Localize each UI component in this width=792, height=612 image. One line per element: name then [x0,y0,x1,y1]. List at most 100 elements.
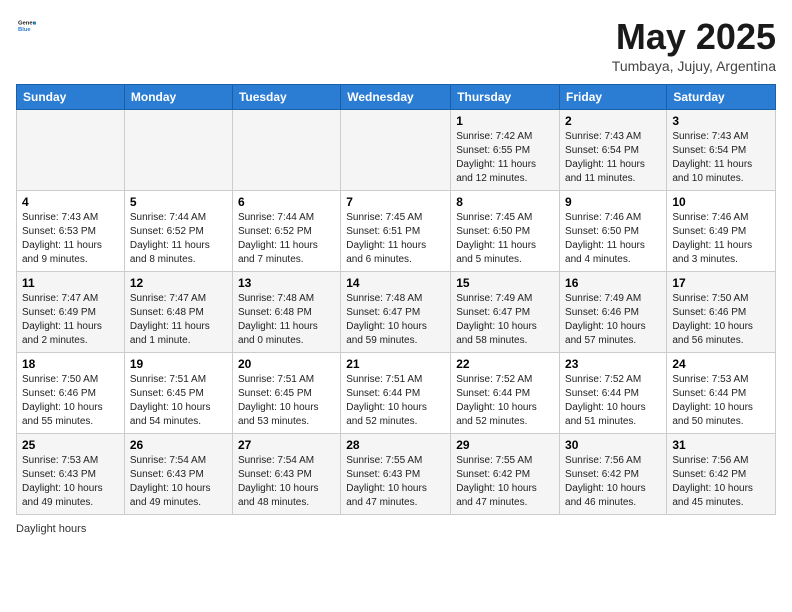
calendar-cell: 11 Sunrise: 7:47 AM Sunset: 6:49 PM Dayli… [17,272,125,353]
day-info: Sunrise: 7:54 AM Sunset: 6:43 PM Dayligh… [238,454,335,510]
calendar-cell: 29 Sunrise: 7:55 AM Sunset: 6:42 PM Dayli… [451,434,560,515]
day-number: 29 [456,438,554,452]
calendar-cell: 30 Sunrise: 7:56 AM Sunset: 6:42 PM Dayli… [560,434,667,515]
day-info: Sunrise: 7:53 AM Sunset: 6:44 PM Dayligh… [672,373,770,429]
day-number: 7 [346,195,445,209]
day-number: 5 [130,195,227,209]
day-info: Sunrise: 7:55 AM Sunset: 6:42 PM Dayligh… [456,454,554,510]
calendar-cell [341,110,451,191]
calendar-cell: 31 Sunrise: 7:56 AM Sunset: 6:42 PM Dayli… [667,434,776,515]
day-header-friday: Friday [560,85,667,110]
calendar-cell: 10 Sunrise: 7:46 AM Sunset: 6:49 PM Dayli… [667,191,776,272]
calendar-cell: 17Sunrise: 7:50 AM Sunset: 6:46 PM Dayli… [667,272,776,353]
day-info: Sunrise: 7:47 AM Sunset: 6:49 PM Dayligh… [22,292,119,348]
calendar-cell: 1 Sunrise: 7:42 AM Sunset: 6:55 PM Daylig… [451,110,560,191]
day-info: Sunrise: 7:45 AM Sunset: 6:50 PM Dayligh… [456,211,554,267]
day-number: 30 [565,438,661,452]
day-info: Sunrise: 7:50 AM Sunset: 6:46 PM Dayligh… [672,292,770,348]
day-header-monday: Monday [124,85,232,110]
day-info: Sunrise: 7:44 AM Sunset: 6:52 PM Dayligh… [238,211,335,267]
calendar-cell: 25Sunrise: 7:53 AM Sunset: 6:43 PM Dayli… [17,434,125,515]
calendar-cell [232,110,340,191]
day-info: Sunrise: 7:42 AM Sunset: 6:55 PM Dayligh… [456,130,554,186]
day-info: Sunrise: 7:46 AM Sunset: 6:49 PM Dayligh… [672,211,770,267]
footer-text: Daylight hours [16,523,86,535]
day-number: 10 [672,195,770,209]
calendar-cell: 4 Sunrise: 7:43 AM Sunset: 6:53 PM Daylig… [17,191,125,272]
day-number: 14 [346,276,445,290]
day-info: Sunrise: 7:56 AM Sunset: 6:42 PM Dayligh… [672,454,770,510]
day-info: Sunrise: 7:48 AM Sunset: 6:47 PM Dayligh… [346,292,445,348]
calendar-week-row: 25Sunrise: 7:53 AM Sunset: 6:43 PM Dayli… [17,434,776,515]
day-number: 20 [238,357,335,371]
day-info: Sunrise: 7:43 AM Sunset: 6:54 PM Dayligh… [672,130,770,186]
day-info: Sunrise: 7:52 AM Sunset: 6:44 PM Dayligh… [456,373,554,429]
calendar-cell: 19Sunrise: 7:51 AM Sunset: 6:45 PM Dayli… [124,353,232,434]
calendar-cell: 8 Sunrise: 7:45 AM Sunset: 6:50 PM Daylig… [451,191,560,272]
day-info: Sunrise: 7:56 AM Sunset: 6:42 PM Dayligh… [565,454,661,510]
title-block: May 2025 Tumbaya, Jujuy, Argentina [612,16,776,74]
day-number: 8 [456,195,554,209]
calendar-cell: 21 Sunrise: 7:51 AM Sunset: 6:44 PM Dayli… [341,353,451,434]
day-number: 3 [672,114,770,128]
day-header-tuesday: Tuesday [232,85,340,110]
calendar-cell: 3 Sunrise: 7:43 AM Sunset: 6:54 PM Daylig… [667,110,776,191]
day-number: 26 [130,438,227,452]
day-number: 18 [22,357,119,371]
day-number: 28 [346,438,445,452]
day-info: Sunrise: 7:51 AM Sunset: 6:45 PM Dayligh… [238,373,335,429]
day-info: Sunrise: 7:43 AM Sunset: 6:53 PM Dayligh… [22,211,119,267]
day-number: 4 [22,195,119,209]
calendar-cell: 5 Sunrise: 7:44 AM Sunset: 6:52 PM Daylig… [124,191,232,272]
day-header-wednesday: Wednesday [341,85,451,110]
day-info: Sunrise: 7:45 AM Sunset: 6:51 PM Dayligh… [346,211,445,267]
day-number: 12 [130,276,227,290]
calendar-cell: 15Sunrise: 7:49 AM Sunset: 6:47 PM Dayli… [451,272,560,353]
day-info: Sunrise: 7:52 AM Sunset: 6:44 PM Dayligh… [565,373,661,429]
calendar-header-row: SundayMondayTuesdayWednesdayThursdayFrid… [17,85,776,110]
calendar-week-row: 1 Sunrise: 7:42 AM Sunset: 6:55 PM Daylig… [17,110,776,191]
calendar-cell: 14 Sunrise: 7:48 AM Sunset: 6:47 PM Dayli… [341,272,451,353]
day-info: Sunrise: 7:51 AM Sunset: 6:44 PM Dayligh… [346,373,445,429]
calendar-week-row: 18 Sunrise: 7:50 AM Sunset: 6:46 PM Dayli… [17,353,776,434]
svg-text:Blue: Blue [18,27,31,33]
day-number: 31 [672,438,770,452]
calendar-cell [17,110,125,191]
calendar-cell: 16Sunrise: 7:49 AM Sunset: 6:46 PM Dayli… [560,272,667,353]
day-number: 21 [346,357,445,371]
calendar-cell: 18 Sunrise: 7:50 AM Sunset: 6:46 PM Dayli… [17,353,125,434]
day-number: 2 [565,114,661,128]
day-info: Sunrise: 7:50 AM Sunset: 6:46 PM Dayligh… [22,373,119,429]
calendar-cell: 27 Sunrise: 7:54 AM Sunset: 6:43 PM Dayli… [232,434,340,515]
calendar-cell: 26 Sunrise: 7:54 AM Sunset: 6:43 PM Dayli… [124,434,232,515]
calendar-cell: 2 Sunrise: 7:43 AM Sunset: 6:54 PM Daylig… [560,110,667,191]
day-number: 23 [565,357,661,371]
day-header-thursday: Thursday [451,85,560,110]
page-header: General Blue May 2025 Tumbaya, Jujuy, Ar… [16,16,776,74]
day-number: 1 [456,114,554,128]
logo: General Blue [16,16,36,39]
day-info: Sunrise: 7:54 AM Sunset: 6:43 PM Dayligh… [130,454,227,510]
day-info: Sunrise: 7:53 AM Sunset: 6:43 PM Dayligh… [22,454,119,510]
calendar-week-row: 4 Sunrise: 7:43 AM Sunset: 6:53 PM Daylig… [17,191,776,272]
calendar-week-row: 11 Sunrise: 7:47 AM Sunset: 6:49 PM Dayli… [17,272,776,353]
day-number: 11 [22,276,119,290]
calendar-cell: 23 Sunrise: 7:52 AM Sunset: 6:44 PM Dayli… [560,353,667,434]
day-number: 27 [238,438,335,452]
calendar-cell: 7 Sunrise: 7:45 AM Sunset: 6:51 PM Daylig… [341,191,451,272]
calendar-cell: 20 Sunrise: 7:51 AM Sunset: 6:45 PM Dayli… [232,353,340,434]
day-number: 9 [565,195,661,209]
day-number: 19 [130,357,227,371]
day-number: 15 [456,276,554,290]
calendar-cell: 28 Sunrise: 7:55 AM Sunset: 6:43 PM Dayli… [341,434,451,515]
day-header-sunday: Sunday [17,85,125,110]
calendar-cell: 6Sunrise: 7:44 AM Sunset: 6:52 PM Daylig… [232,191,340,272]
day-info: Sunrise: 7:43 AM Sunset: 6:54 PM Dayligh… [565,130,661,186]
day-number: 22 [456,357,554,371]
day-info: Sunrise: 7:55 AM Sunset: 6:43 PM Dayligh… [346,454,445,510]
calendar-cell: 13Sunrise: 7:48 AM Sunset: 6:48 PM Dayli… [232,272,340,353]
day-info: Sunrise: 7:44 AM Sunset: 6:52 PM Dayligh… [130,211,227,267]
day-info: Sunrise: 7:47 AM Sunset: 6:48 PM Dayligh… [130,292,227,348]
day-info: Sunrise: 7:48 AM Sunset: 6:48 PM Dayligh… [238,292,335,348]
calendar-cell: 9Sunrise: 7:46 AM Sunset: 6:50 PM Daylig… [560,191,667,272]
